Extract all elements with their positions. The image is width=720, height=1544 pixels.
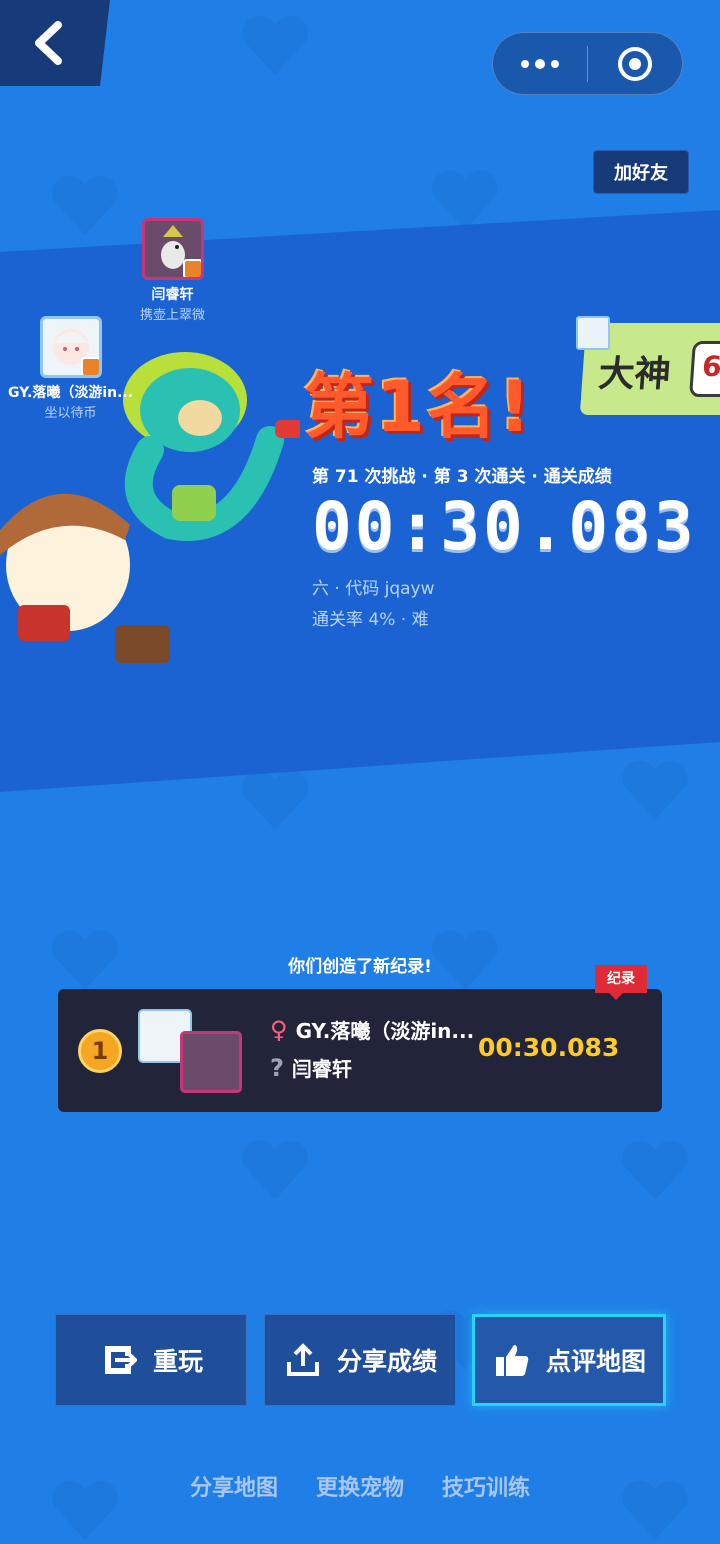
finish-time: 00:30.083 — [312, 488, 697, 565]
girl-avatar — [39, 316, 102, 378]
share-result-button[interactable]: 分享成绩 — [264, 1314, 456, 1406]
close-button[interactable] — [588, 33, 682, 94]
record-card: 1 ♀ GY.落曦（淡游in... ? 闫睿轩 00:30.083 — [58, 989, 662, 1112]
record-time: 00:30.083 — [478, 1033, 620, 1062]
share-result-label: 分享成绩 — [336, 1347, 437, 1376]
player-name: 闫睿轩 — [151, 287, 194, 303]
bird-avatar — [141, 218, 204, 280]
review-map-button[interactable]: 点评地图 — [472, 1314, 666, 1406]
heart-icon — [52, 175, 118, 235]
god-avatar — [576, 316, 610, 350]
heart-icon — [432, 170, 498, 230]
back-button[interactable] — [0, 0, 110, 86]
target-circle-icon — [617, 46, 652, 81]
player-tag-1[interactable]: 闫睿轩 携壶上翠微 — [140, 218, 205, 323]
more-button[interactable] — [493, 33, 587, 94]
skill-training-link[interactable]: 技巧训练 — [442, 1470, 530, 1502]
player-subtitle: 携壶上翠微 — [140, 308, 206, 323]
pass-rate: 通关率 4% · 难 — [312, 610, 429, 630]
record-player-name: GY.落曦（淡游in... — [295, 1019, 475, 1043]
share-icon — [283, 1340, 323, 1380]
thumbs-up-icon — [492, 1340, 532, 1380]
player-subtitle: 坐以待币 — [44, 406, 97, 421]
female-icon: ♀ — [270, 1015, 288, 1044]
heart-icon — [242, 1140, 308, 1200]
review-map-label: 点评地图 — [545, 1347, 646, 1376]
map-code: 六 · 代码 jqayw — [312, 579, 435, 599]
replay-button[interactable]: 重玩 — [55, 1314, 247, 1406]
replay-icon — [99, 1340, 139, 1380]
challenge-summary: 第 71 次挑战 · 第 3 次通关 · 通关成绩 — [312, 467, 612, 487]
rank-medal: 1 — [78, 1029, 122, 1073]
record-player-2: ? 闫睿轩 — [270, 1053, 352, 1082]
god-card-label: 大神 — [597, 354, 673, 395]
badge-icon — [182, 259, 201, 277]
god-card-number: 60 — [689, 341, 720, 397]
player-name: GY.落曦（淡游in... — [8, 385, 134, 401]
badge-icon — [80, 357, 99, 375]
unknown-gender-icon: ? — [270, 1053, 284, 1082]
rank-title: 第1名! — [304, 366, 533, 448]
record-tag: 纪录 — [595, 965, 647, 1000]
share-map-link[interactable]: 分享地图 — [190, 1470, 278, 1502]
heart-icon — [242, 770, 308, 830]
more-dots-icon — [518, 58, 562, 69]
replay-label: 重玩 — [152, 1347, 203, 1376]
record-player-1: ♀ GY.落曦（淡游in... — [270, 1015, 474, 1044]
chevron-left-icon — [35, 21, 62, 65]
heart-icon — [622, 760, 688, 820]
record-player-name: 闫睿轩 — [291, 1057, 352, 1081]
change-pet-link[interactable]: 更换宠物 — [316, 1470, 404, 1502]
heart-icon — [622, 1140, 688, 1200]
mini-program-capsule — [492, 32, 683, 95]
footer-links: 分享地图 更换宠物 技巧训练 — [0, 1470, 720, 1502]
heart-icon — [242, 15, 308, 76]
player-tag-2[interactable]: GY.落曦（淡游in... 坐以待币 — [8, 316, 133, 421]
add-friend-button[interactable]: 加好友 — [593, 150, 689, 194]
bird-avatar — [180, 1031, 242, 1093]
